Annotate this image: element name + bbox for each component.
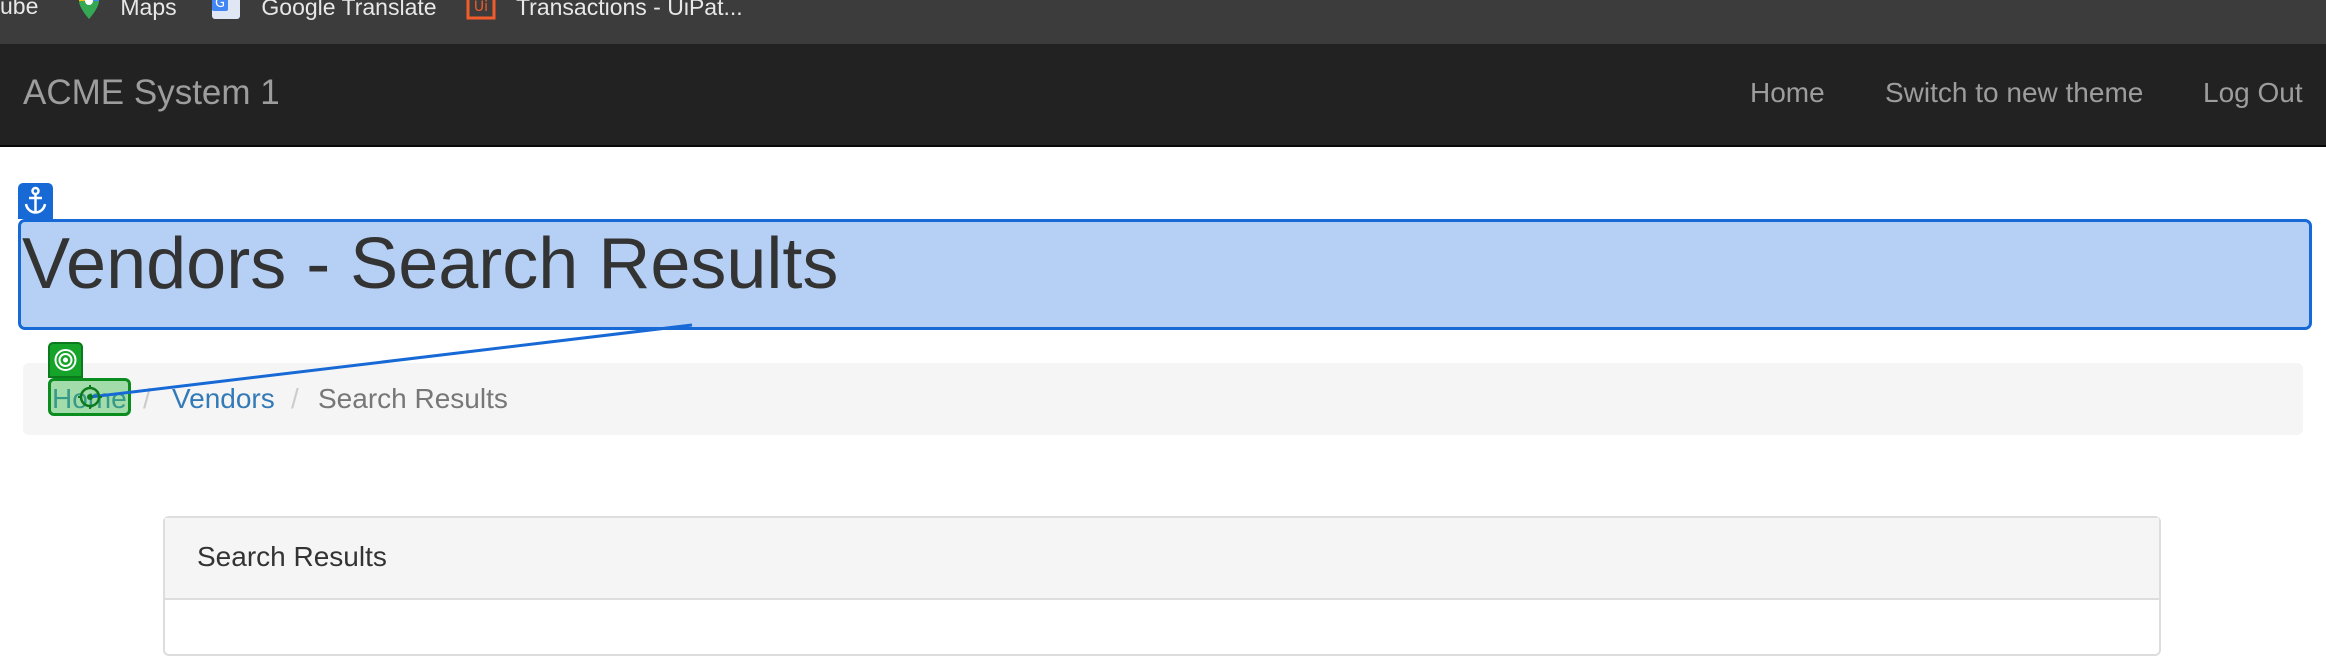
page-title: Vendors - Search Results bbox=[22, 224, 839, 304]
bookmark-maps[interactable]: Maps bbox=[78, 0, 177, 22]
panel-heading: Search Results bbox=[165, 518, 2159, 600]
breadcrumb-vendors-link[interactable]: Vendors bbox=[172, 381, 275, 417]
nav-logout-link[interactable]: Log Out bbox=[2203, 75, 2303, 111]
breadcrumb-separator: / bbox=[143, 383, 151, 414]
anchor-icon bbox=[18, 183, 53, 219]
bookmark-youtube[interactable]: ube bbox=[0, 0, 38, 22]
uipath-icon: Ui bbox=[466, 0, 496, 28]
bookmark-google-translate[interactable]: G Google Translate bbox=[211, 0, 437, 22]
breadcrumb-current: Search Results bbox=[318, 383, 508, 414]
bookmark-label: Maps bbox=[120, 0, 177, 21]
top-navbar: ACME System 1 Home Switch to new theme L… bbox=[0, 44, 2326, 147]
breadcrumb: Home / Vendors / Search Results bbox=[23, 363, 2303, 435]
nav-switch-theme-link[interactable]: Switch to new theme bbox=[1885, 75, 2143, 111]
maps-pin-icon bbox=[78, 0, 100, 28]
svg-text:Ui: Ui bbox=[474, 0, 488, 15]
svg-text:G: G bbox=[215, 0, 225, 11]
panel-title: Search Results bbox=[197, 541, 387, 572]
google-translate-icon: G bbox=[211, 0, 241, 28]
bookmark-uipath[interactable]: Ui Transactions - UiPat... bbox=[466, 0, 743, 22]
breadcrumb-separator: / bbox=[291, 383, 299, 414]
target-icon bbox=[48, 342, 83, 378]
brand-title[interactable]: ACME System 1 bbox=[23, 72, 280, 114]
bookmark-label: Transactions - UiPat... bbox=[515, 0, 743, 21]
target-highlight bbox=[48, 378, 131, 416]
bookmark-label: Google Translate bbox=[261, 0, 437, 21]
bookmark-label: ube bbox=[0, 0, 39, 19]
nav-home-link[interactable]: Home bbox=[1750, 75, 1825, 111]
bookmarks-bar: ube Maps G Google Translate Ui Transacti… bbox=[0, 0, 2326, 44]
search-results-panel: Search Results bbox=[163, 516, 2161, 656]
